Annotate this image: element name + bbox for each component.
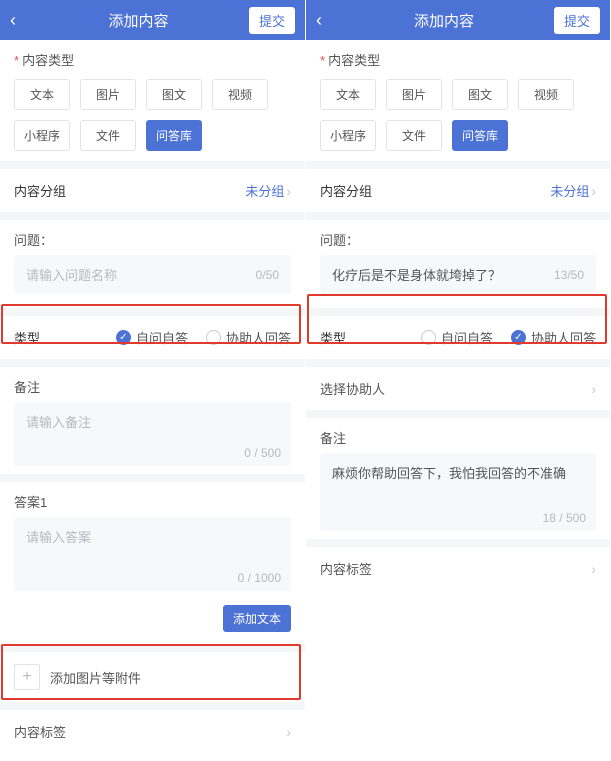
chevron-right-icon: › [286, 724, 291, 740]
remark-label: 备注 [0, 367, 305, 402]
question-input[interactable]: 化疗后是不是身体就垮掉了？ 13/50 [320, 255, 596, 294]
chevron-right-icon: › [591, 561, 596, 577]
question-count: 0/50 [256, 268, 279, 282]
radio-helper-answer[interactable]: 协助人回答 [206, 328, 291, 347]
type-chip-qa[interactable]: 问答库 [452, 120, 508, 151]
submit-button[interactable]: 提交 [554, 7, 600, 34]
radio-self-answer[interactable]: 自问自答 [421, 328, 493, 347]
group-label: 内容分组 [14, 181, 66, 200]
type-chip-image[interactable]: 图片 [386, 79, 442, 110]
screen-left: ‹ 添加内容 提交 内容类型 文本 图片 图文 视频 小程序 文件 问答库 内容… [0, 0, 306, 753]
content-type-section: 内容类型 文本 图片 图文 视频 小程序 文件 问答库 [0, 40, 305, 161]
header: ‹ 添加内容 提交 [0, 0, 305, 40]
page-title: 添加内容 [334, 10, 554, 31]
question-value: 化疗后是不是身体就垮掉了？ [332, 265, 501, 284]
type-chip-qa[interactable]: 问答库 [146, 120, 202, 151]
question-input[interactable]: 请输入问题名称 0/50 [14, 255, 291, 294]
tags-label: 内容标签 [320, 559, 372, 578]
attach-label: 添加图片等附件 [50, 668, 141, 687]
radio-self-answer[interactable]: 自问自答 [116, 328, 188, 347]
tags-row[interactable]: 内容标签 › [0, 710, 305, 753]
answer-placeholder: 请输入答案 [26, 530, 91, 545]
radio-helper-answer[interactable]: 协助人回答 [511, 328, 596, 347]
back-icon[interactable]: ‹ [316, 11, 334, 29]
group-label: 内容分组 [320, 181, 372, 200]
submit-button[interactable]: 提交 [249, 7, 295, 34]
screen-right: ‹ 添加内容 提交 内容类型 文本 图片 图文 视频 小程序 文件 问答库 内容… [306, 0, 611, 753]
content-type-section: 内容类型 文本 图片 图文 视频 小程序 文件 问答库 [306, 40, 610, 161]
type-chip-video[interactable]: 视频 [518, 79, 574, 110]
helper-label: 选择协助人 [320, 379, 385, 398]
content-group-row[interactable]: 内容分组 未分组› [0, 169, 305, 212]
group-value: 未分组 [245, 184, 284, 199]
content-type-label: 内容类型 [320, 50, 596, 69]
plus-icon[interactable]: + [14, 664, 40, 690]
remark-input[interactable]: 麻烦你帮助回答下，我怕我回答的不准确 18 / 500 [320, 453, 596, 531]
content-type-label: 内容类型 [14, 50, 291, 69]
tags-row[interactable]: 内容标签 › [306, 547, 610, 590]
type-chip-text[interactable]: 文本 [14, 79, 70, 110]
question-count: 13/50 [554, 268, 584, 282]
question-placeholder: 请输入问题名称 [26, 265, 117, 284]
question-label: 问题： [0, 220, 305, 255]
type-chip-file[interactable]: 文件 [386, 120, 442, 151]
type-chip-image[interactable]: 图片 [80, 79, 136, 110]
page-title: 添加内容 [28, 10, 249, 31]
chevron-right-icon: › [591, 381, 596, 397]
content-type-grid: 文本 图片 图文 视频 小程序 文件 问答库 [320, 79, 596, 151]
chevron-right-icon: › [286, 183, 291, 199]
back-icon[interactable]: ‹ [10, 11, 28, 29]
remark-placeholder: 请输入备注 [26, 415, 91, 430]
remark-count: 0 / 500 [244, 446, 281, 460]
type-chip-miniapp[interactable]: 小程序 [320, 120, 376, 151]
type-chip-file[interactable]: 文件 [80, 120, 136, 151]
add-text-button[interactable]: 添加文本 [223, 605, 291, 632]
type-chip-richtext[interactable]: 图文 [452, 79, 508, 110]
type-chip-miniapp[interactable]: 小程序 [14, 120, 70, 151]
qa-type-label: 类型 [320, 328, 346, 347]
remark-count: 18 / 500 [543, 511, 586, 525]
type-chip-video[interactable]: 视频 [212, 79, 268, 110]
content-group-row[interactable]: 内容分组 未分组› [306, 169, 610, 212]
qa-type-label: 类型 [14, 328, 40, 347]
qa-type-row: 类型 自问自答 协助人回答 [306, 316, 610, 359]
type-chip-richtext[interactable]: 图文 [146, 79, 202, 110]
header: ‹ 添加内容 提交 [306, 0, 610, 40]
remark-label: 备注 [306, 418, 610, 453]
group-value: 未分组 [550, 184, 589, 199]
content-type-grid: 文本 图片 图文 视频 小程序 文件 问答库 [14, 79, 291, 151]
type-chip-text[interactable]: 文本 [320, 79, 376, 110]
question-label: 问题： [306, 220, 610, 255]
remark-input[interactable]: 请输入备注 0 / 500 [14, 402, 291, 466]
answer-count: 0 / 1000 [238, 571, 281, 585]
answer-input[interactable]: 请输入答案 0 / 1000 [14, 517, 291, 591]
answer-label: 答案1 [0, 482, 305, 517]
chevron-right-icon: › [591, 183, 596, 199]
attach-row[interactable]: + 添加图片等附件 [0, 652, 305, 702]
qa-type-row: 类型 自问自答 协助人回答 [0, 316, 305, 359]
tags-label: 内容标签 [14, 722, 66, 741]
helper-row[interactable]: 选择协助人 › [306, 367, 610, 410]
remark-value: 麻烦你帮助回答下，我怕我回答的不准确 [332, 466, 566, 481]
